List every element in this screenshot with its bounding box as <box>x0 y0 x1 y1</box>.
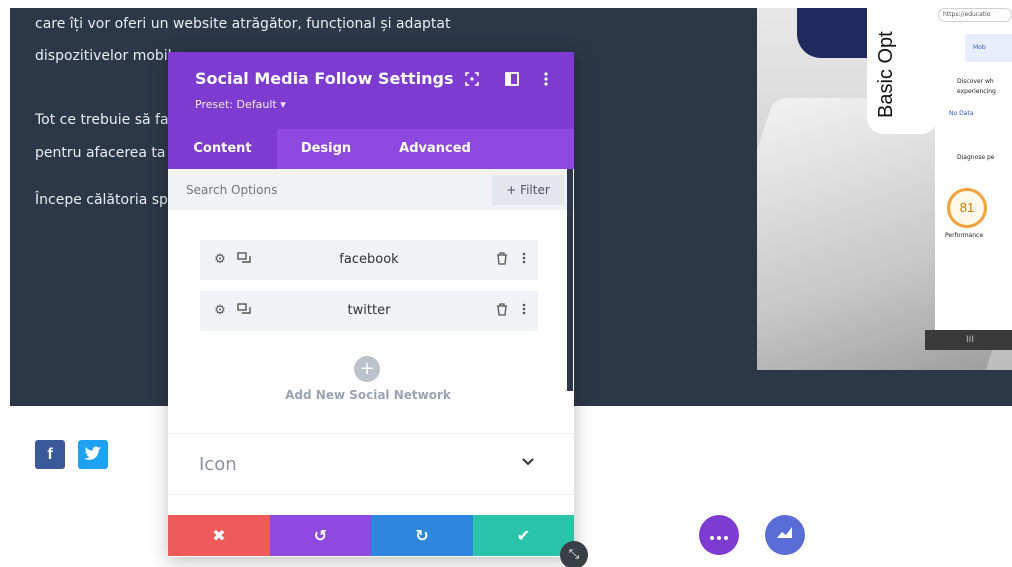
scrollbar[interactable] <box>567 169 573 391</box>
chevron-down-icon <box>522 454 534 470</box>
hero-text-line-3: Tot ce trebuie să faci <box>35 112 181 128</box>
network-row-facebook[interactable]: facebook ⚙ <box>200 240 538 280</box>
modal-tabs: Content Design Advanced <box>168 129 574 169</box>
fullscreen-icon[interactable] <box>464 72 480 88</box>
tab-advanced[interactable]: Advanced <box>375 129 495 169</box>
page: care îți vor oferi un website atrăgător,… <box>0 0 1012 567</box>
add-network-button[interactable]: + <box>354 356 380 382</box>
image-vertical-title: Basic Opt <box>875 31 897 118</box>
analytics-button[interactable] <box>765 515 805 555</box>
filter-button[interactable]: + Filter <box>492 175 564 205</box>
more-options-icon[interactable] <box>538 72 554 88</box>
more-actions-button[interactable] <box>699 515 739 555</box>
duplicate-icon[interactable] <box>236 252 252 268</box>
section-title: Icon <box>199 454 237 475</box>
hero-text-line-2: dispozitivelor mobile. <box>35 48 185 64</box>
save-button[interactable]: ✔ <box>473 515 574 556</box>
hero-text-line-5: Începe călătoria spre <box>35 192 182 208</box>
twitter-icon[interactable] <box>78 440 108 469</box>
modal-header: Social Media Follow Settings Preset: Def… <box>168 52 574 129</box>
no-data-text: No Data <box>949 110 974 117</box>
split-view-icon[interactable] <box>504 72 520 88</box>
more-options-icon[interactable] <box>516 252 532 268</box>
add-network-label[interactable]: Add New Social Network <box>168 388 568 402</box>
performance-label: Performance <box>945 232 984 239</box>
diagnose-text: Diagnose pe <box>957 154 995 161</box>
discard-button[interactable]: ✖ <box>168 515 270 556</box>
gear-icon[interactable]: ⚙ <box>212 303 228 319</box>
hero-text-line-1: care îți vor oferi un website atrăgător,… <box>35 16 451 32</box>
facebook-icon[interactable]: f <box>35 440 65 469</box>
trash-icon[interactable] <box>494 303 510 319</box>
discover-text: Discover wh <box>957 78 994 85</box>
modal-title: Social Media Follow Settings <box>195 69 454 88</box>
resize-handle-icon[interactable]: ⤡ <box>560 541 588 567</box>
preset-dropdown[interactable]: Preset: Default ▾ <box>195 98 286 111</box>
icon-section-toggle[interactable]: Icon <box>168 433 574 495</box>
duplicate-icon[interactable] <box>236 303 252 319</box>
redo-button[interactable]: ↻ <box>371 515 473 556</box>
performance-score: 81 <box>947 188 987 228</box>
mobile-tab: Mob <box>965 34 1012 62</box>
modal-content: facebook ⚙ twitter ⚙ + Add New Social Ne… <box>168 210 574 433</box>
hero-image: Basic Opt https://educatio Mob Discover … <box>757 8 1012 370</box>
experiencing-text: experiencing <box>957 88 996 95</box>
tab-design[interactable]: Design <box>277 129 375 169</box>
settings-modal: Social Media Follow Settings Preset: Def… <box>168 52 574 557</box>
modal-footer: ✖ ↺ ↻ ✔ <box>168 515 574 556</box>
more-options-icon[interactable] <box>516 303 532 319</box>
hero-text-line-4: pentru afacerea ta <box>35 145 166 161</box>
pagespeed-url: https://educatio <box>938 8 1012 22</box>
twitter-bird-icon <box>84 446 102 460</box>
search-input[interactable] <box>186 180 446 200</box>
network-row-twitter[interactable]: twitter ⚙ <box>200 291 538 331</box>
tab-content[interactable]: Content <box>168 129 277 169</box>
trash-icon[interactable] <box>494 252 510 268</box>
undo-button[interactable]: ↺ <box>270 515 371 556</box>
gear-icon[interactable]: ⚙ <box>212 252 228 268</box>
nav-bar: III <box>925 330 1012 350</box>
search-bar: + Filter <box>168 169 574 210</box>
